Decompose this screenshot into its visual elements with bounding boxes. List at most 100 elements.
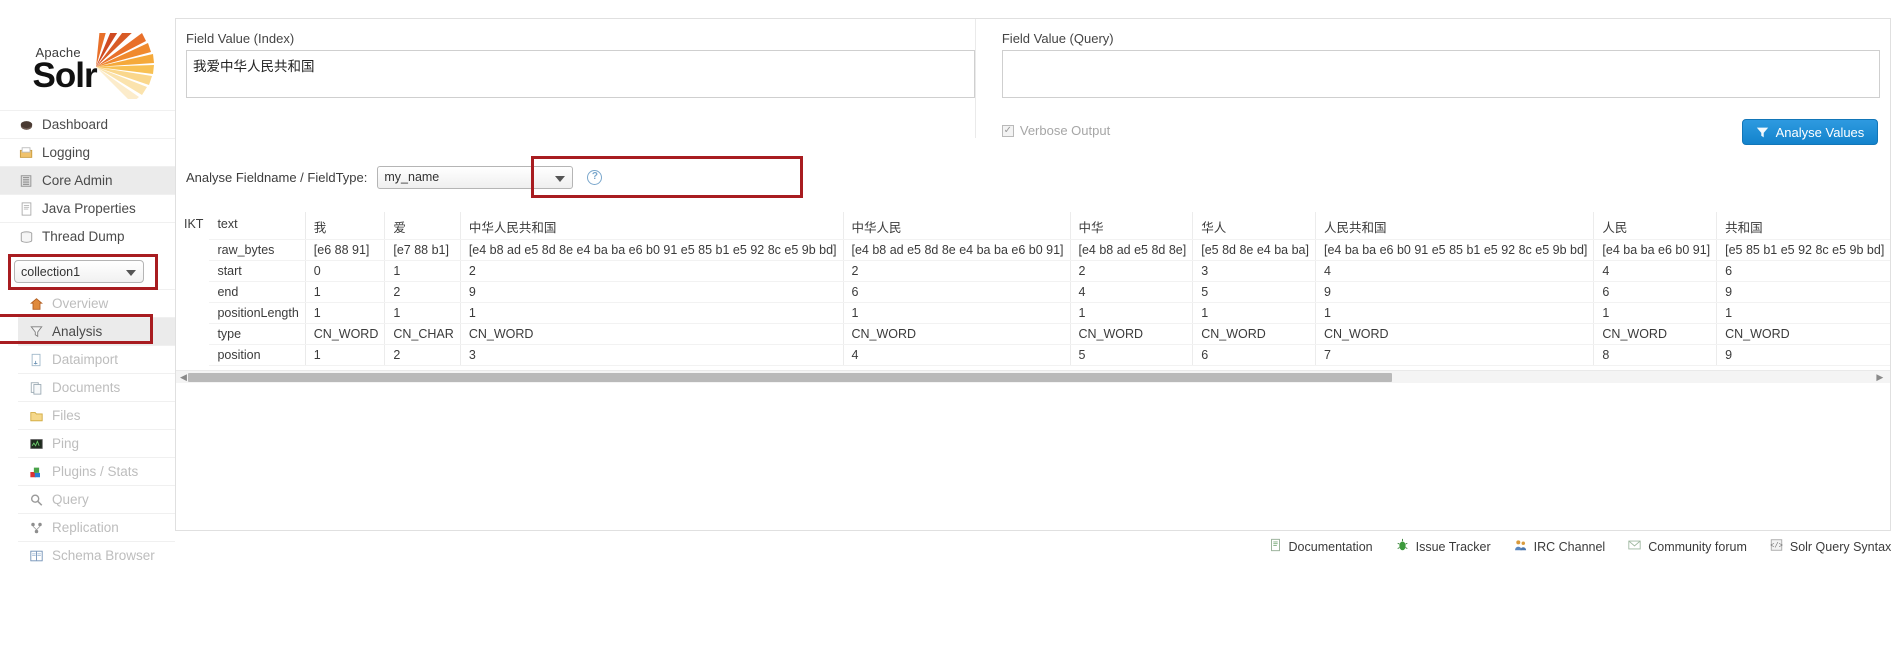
analyse-values-label: Analyse Values — [1775, 124, 1865, 140]
analysis-row-end: end 1 2 9 6 4 5 9 6 9 — [176, 281, 1891, 303]
solr-logo[interactable]: Apache Solr — [0, 18, 175, 110]
analysis-cell: [e7 88 b1] — [384, 239, 461, 261]
analysis-row-label: start — [209, 260, 306, 282]
analysis-cell: 2 — [842, 260, 1070, 282]
analysis-cell: [e4 b8 ad e5 8d 8e e4 ba ba e6 b0 91] — [842, 239, 1070, 261]
footer-link-documentation[interactable]: Documentation — [1268, 538, 1373, 555]
analysis-cell: 9 — [1716, 281, 1891, 303]
analysis-cell: 6 — [1593, 281, 1717, 303]
analysis-cell: CN_WORD — [842, 323, 1070, 345]
footer-link-community-forum[interactable]: Community forum — [1627, 538, 1747, 555]
dashboard-icon — [18, 117, 35, 133]
analysis-row-label: position — [209, 344, 306, 366]
analysis-cell: 2 — [384, 344, 461, 366]
index-field-input[interactable] — [186, 50, 975, 98]
sidebar-item-files[interactable]: Files — [18, 401, 175, 429]
funnel-icon — [28, 324, 45, 340]
document-icon — [1270, 538, 1280, 552]
core-navigation: Overview Analysis Dataimport Documents Files… — [18, 289, 175, 569]
logo-solr-text: Solr — [32, 56, 98, 95]
analysis-cell: 共和国 — [1716, 212, 1891, 240]
analysis-cell: [e4 b8 ad e5 8d 8e] — [1069, 239, 1193, 261]
collection-select[interactable]: collection1 — [14, 260, 144, 283]
analysis-cell: 9 — [1314, 281, 1594, 303]
verbose-output-checkbox[interactable]: ✓ — [1001, 124, 1014, 137]
documents-icon — [30, 381, 42, 395]
analysis-cell: 人民 — [1593, 212, 1717, 240]
sidebar-item-logging[interactable]: Logging — [0, 138, 175, 166]
chevron-down-icon — [126, 270, 136, 276]
analysis-cell: 中华人民 — [842, 212, 1070, 240]
analysis-cell: 爱 — [384, 212, 461, 240]
sidebar-item-overview[interactable]: Overview — [18, 289, 175, 317]
footer-link-label: Community forum — [1648, 539, 1747, 554]
sidebar-item-dataimport[interactable]: Dataimport — [18, 345, 175, 373]
analysis-cell: 中华人民共和国 — [459, 212, 843, 240]
sidebar-item-plugins-stats[interactable]: Plugins / Stats — [18, 457, 175, 485]
dataimport-icon — [31, 353, 41, 366]
analysis-cell: [e5 8d 8e e4 ba ba] — [1192, 239, 1316, 261]
files-icon — [28, 408, 45, 424]
analysis-row-label: positionLength — [209, 302, 306, 324]
magnifier-icon — [30, 493, 43, 506]
analysis-cell: 1 — [1593, 302, 1717, 324]
help-icon[interactable]: ? — [587, 169, 603, 185]
analysis-row-label: raw_bytes — [209, 239, 306, 261]
analysis-cell: 8 — [1593, 344, 1717, 366]
sidebar-item-core-admin[interactable]: Core Admin — [0, 166, 175, 194]
footer-link-irc-channel[interactable]: IRC Channel — [1513, 538, 1605, 555]
scroll-right-arrow[interactable]: ▶ — [1872, 372, 1887, 383]
sidebar-item-label: Replication — [52, 520, 119, 535]
home-icon — [28, 296, 45, 312]
analysis-results: IKT text 我爱中华人民共和国 中华人民 中华 华人 人民共和国 人民 共和国 raw_by… — [176, 212, 1891, 383]
sidebar-item-label: Logging — [42, 145, 91, 160]
analysis-cell: 6 — [1716, 260, 1891, 282]
thread-dump-icon — [20, 230, 33, 243]
scrollbar-thumb[interactable] — [188, 373, 1392, 382]
collection-select-value: collection1 — [21, 264, 81, 279]
analysis-cell: 3 — [459, 344, 843, 366]
analysis-cell: CN_WORD — [1192, 323, 1316, 345]
analysis-cell: 4 — [842, 344, 1070, 366]
sidebar-item-schema-browser[interactable]: Schema Browser — [18, 541, 175, 569]
thread-dump-icon — [18, 229, 35, 245]
bug-icon — [1395, 538, 1410, 555]
analysis-cell: [e4 ba ba e6 b0 91 e5 85 b1 e5 92 8c e5 … — [1314, 239, 1594, 261]
analysis-cell: 2 — [1069, 260, 1193, 282]
fieldname-select[interactable]: my_name — [377, 165, 574, 189]
analysis-cell: CN_WORD — [459, 323, 843, 345]
footer-link-solr-query-syntax[interactable]: </> Solr Query Syntax — [1769, 538, 1891, 555]
dashboard-icon — [20, 120, 33, 130]
sidebar-item-dashboard[interactable]: Dashboard — [0, 110, 175, 138]
analyse-values-button[interactable]: Analyse Values — [1741, 119, 1879, 145]
main-content: Field Value (Index) Field Value (Query) … — [175, 0, 1901, 660]
tokenizer-name: IKT — [184, 217, 204, 231]
horizontal-scrollbar[interactable]: ◀ ▶ — [176, 370, 1891, 383]
sidebar-item-ping[interactable]: Ping — [18, 429, 175, 457]
documents-icon — [28, 380, 45, 396]
analysis-cell: 1 — [384, 302, 461, 324]
logging-icon — [19, 146, 33, 158]
analysis-row-label: text — [209, 212, 306, 240]
sidebar-item-label: Overview — [52, 296, 109, 311]
footer-link-label: Solr Query Syntax — [1789, 539, 1892, 554]
analysis-cell: 1 — [384, 260, 461, 282]
analysis-cell: 1 — [1314, 302, 1594, 324]
analysis-cell: 4 — [1593, 260, 1717, 282]
sidebar-item-query[interactable]: Query — [18, 485, 175, 513]
envelope-icon — [1628, 540, 1641, 550]
analysis-cell: 中华 — [1069, 212, 1193, 240]
chevron-down-icon — [555, 175, 566, 182]
sidebar-item-java-properties[interactable]: Java Properties — [0, 194, 175, 222]
query-field-input[interactable] — [1001, 50, 1881, 98]
sidebar-item-analysis[interactable]: Analysis — [18, 317, 175, 345]
analysis-row-raw_bytes: raw_bytes [e6 88 91] [e7 88 b1] [e4 b8 ad e… — [176, 239, 1891, 261]
footer-link-issue-tracker[interactable]: Issue Tracker — [1395, 538, 1491, 555]
sidebar-item-replication[interactable]: Replication — [18, 513, 175, 541]
ping-icon — [28, 436, 45, 452]
sidebar-item-label: Thread Dump — [42, 229, 125, 244]
sidebar-item-documents[interactable]: Documents — [18, 373, 175, 401]
analysis-panel: Field Value (Index) Field Value (Query) … — [175, 18, 1892, 531]
sidebar-item-label: Files — [52, 408, 81, 423]
sidebar-item-thread-dump[interactable]: Thread Dump — [0, 222, 175, 250]
